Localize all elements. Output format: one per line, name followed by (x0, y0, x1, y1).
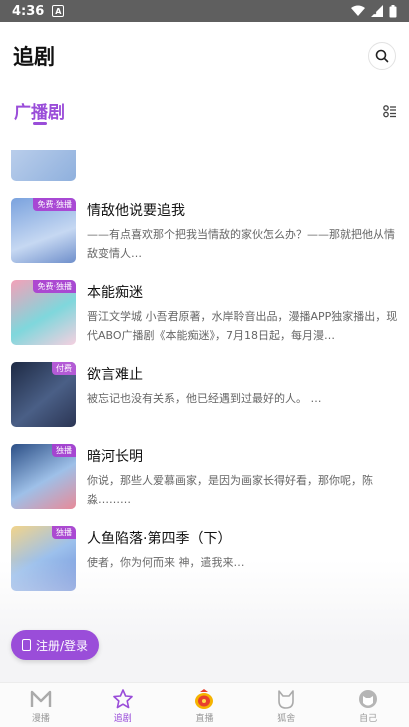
list-item[interactable]: 免费·独播 情敌他说要追我 ——有点喜欢那个把我当情敌的家伙怎么办？——那就把他… (0, 198, 409, 278)
status-bar: 4:36 A (0, 0, 409, 22)
fox-icon (273, 687, 299, 711)
nav-profile[interactable]: 自己 (327, 683, 409, 727)
cover-image: 免费·独播 (11, 198, 76, 263)
wifi-icon (351, 5, 365, 16)
item-desc: 被忘记也没有关系，他已经遇到过最好的人。 … (87, 392, 322, 405)
nav-fox-house[interactable]: 狐舍 (245, 683, 327, 727)
item-title: 暗河长明 (87, 449, 143, 465)
item-desc: 晋江文学城 小吾君原著，水岸聆音出品，漫播APP独家播出，现代ABO广播剧《本能… (87, 310, 398, 342)
badge: 付费 (52, 362, 76, 375)
profile-icon (355, 687, 381, 711)
signal-icon (371, 5, 383, 17)
cover-image: 付费 (11, 362, 76, 427)
phone-icon (22, 639, 31, 651)
item-title: 人鱼陷落·第四季（下） (87, 531, 232, 547)
live-bag-icon (191, 687, 217, 711)
login-button[interactable]: 注册/登录 (11, 630, 100, 660)
battery-icon (389, 4, 397, 17)
list-item[interactable]: 独播 暗河长明 你说，那些人爱慕画家，是因为画家长得好看，那你呢，陈淼……… (0, 444, 409, 524)
nav-label: 漫播 (31, 714, 50, 724)
nav-live[interactable]: 直播 (164, 683, 246, 727)
status-time: 4:36 (12, 3, 45, 19)
notification-icon: A (52, 5, 65, 17)
cover-image (11, 150, 76, 181)
status-icons (351, 4, 397, 18)
list-item[interactable]: 免费·独播 本能痴迷 晋江文学城 小吾君原著，水岸聆音出品，漫播APP独家播出，… (0, 280, 409, 360)
nav-label: 狐舍 (277, 714, 296, 724)
category-tabs: 广播剧 (0, 90, 409, 130)
item-desc: ——有点喜欢那个把我当情敌的家伙怎么办？——那就把他从情敌变情人… (87, 228, 395, 260)
item-desc: 你说，那些人爱慕画家，是因为画家长得好看，那你呢，陈淼……… (87, 474, 373, 506)
nav-label: 自己 (359, 714, 378, 724)
badge: 独播 (52, 526, 76, 539)
bottom-fade (0, 560, 409, 682)
nav-label: 直播 (195, 714, 214, 724)
list-item[interactable]: … (0, 150, 409, 196)
badge: 免费·独播 (33, 280, 76, 293)
badge: 独播 (52, 444, 76, 457)
app-screen: 4:36 A 追剧 广播剧 免费·独播 情敌他说要追我 ——有点喜欢那个把我当情… (0, 0, 409, 727)
item-title: 情敌他说要追我 (87, 203, 185, 219)
search-button[interactable] (368, 42, 396, 70)
search-icon (375, 49, 389, 63)
nav-drama[interactable]: 追剧 (82, 683, 164, 727)
login-label: 注册/登录 (36, 638, 89, 653)
list-view-icon[interactable] (383, 104, 397, 118)
manbo-logo-icon (28, 687, 54, 711)
star-icon (110, 687, 136, 711)
badge: 免费·独播 (33, 198, 76, 211)
tab-radio-drama[interactable]: 广播剧 (14, 98, 65, 123)
tab-indicator (33, 122, 47, 125)
nav-label: 追剧 (113, 714, 132, 724)
drama-list: … 免费·独播 情敌他说要追我 ——有点喜欢那个把我当情敌的家伙怎么办？——那就… (0, 150, 409, 620)
list-item[interactable]: 付费 欲言难止 被忘记也没有关系，他已经遇到过最好的人。 … (0, 362, 409, 442)
bottom-nav: 漫播 追剧 直播 狐舍 自己 (0, 682, 409, 727)
cover-image: 独播 (11, 444, 76, 509)
nav-manbo[interactable]: 漫播 (0, 683, 82, 727)
app-header: 追剧 (0, 22, 409, 90)
item-title: 本能痴迷 (87, 285, 143, 301)
cover-image: 免费·独播 (11, 280, 76, 345)
item-title: 欲言难止 (87, 367, 143, 383)
page-title: 追剧 (13, 45, 55, 69)
